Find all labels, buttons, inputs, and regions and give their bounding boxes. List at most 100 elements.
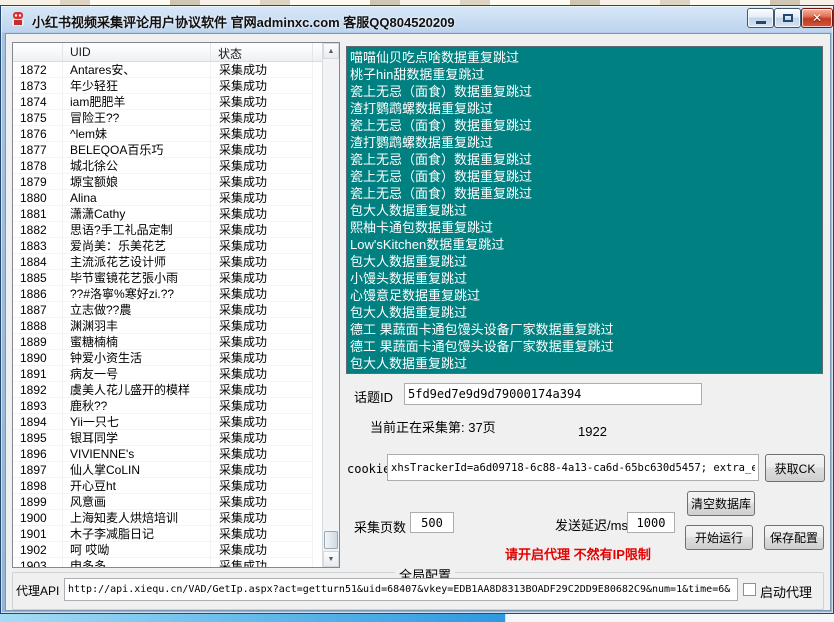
table-scrollbar[interactable]: ▲ ▼ <box>322 43 339 567</box>
table-row[interactable]: 1896VIVIENNE's采集成功 <box>13 446 323 462</box>
table-cell: 1896 <box>13 446 63 462</box>
table-row[interactable]: 1879塬宝额娘采集成功 <box>13 174 323 190</box>
table-row[interactable]: 1895银耳同学采集成功 <box>13 430 323 446</box>
log-line: 桃子hin甜数据重复跳过 <box>350 66 819 83</box>
save-config-button[interactable]: 保存配置 <box>764 525 824 550</box>
table-cell: 1897 <box>13 462 63 478</box>
table-cell: 1894 <box>13 414 63 430</box>
table-row[interactable]: 1882思语?手工礼品定制采集成功 <box>13 222 323 238</box>
delay-input[interactable] <box>627 512 675 533</box>
table-cell: 采集成功 <box>211 62 313 78</box>
topic-id-label: 话题ID <box>354 387 393 406</box>
title-bar[interactable]: 小红书视频采集评论用户协议软件 官网adminxc.com 客服QQ804520… <box>1 6 833 33</box>
table-row[interactable]: 1872Antares安、采集成功 <box>13 62 323 78</box>
table-row[interactable]: 1901木子李减脂日记采集成功 <box>13 526 323 542</box>
scroll-up-icon[interactable]: ▲ <box>323 43 339 59</box>
proxy-warning-text: 请开启代理 不然有IP限制 <box>505 544 651 563</box>
taskbar-fragment <box>0 614 505 622</box>
table-row[interactable]: 1898开心豆ht采集成功 <box>13 478 323 494</box>
table-row[interactable]: 1881潇潇Cathy采集成功 <box>13 206 323 222</box>
table-cell: 病友一号 <box>63 366 211 382</box>
table-cell: 采集成功 <box>211 558 313 568</box>
log-line: 包大人数据重复跳过 <box>350 253 819 270</box>
table-cell: 采集成功 <box>211 414 313 430</box>
table-row[interactable]: 1884主流派花艺设计师采集成功 <box>13 254 323 270</box>
table-cell: 采集成功 <box>211 462 313 478</box>
table-cell: 立志做??農 <box>63 302 211 318</box>
table-cell: 采集成功 <box>211 286 313 302</box>
table-row[interactable]: 1877BELEQOA百乐巧采集成功 <box>13 142 323 158</box>
cookie-input[interactable] <box>387 454 759 481</box>
table-cell: 采集成功 <box>211 382 313 398</box>
log-output[interactable]: 喵喵仙贝吃点啥数据重复跳过桃子hin甜数据重复跳过瓷上无忌（面食）数据重复跳过渣… <box>346 46 823 374</box>
table-cell: BELEQOA百乐巧 <box>63 142 211 158</box>
table-cell: 城北徐公 <box>63 158 211 174</box>
table-row[interactable]: 1902呵 哎呦采集成功 <box>13 542 323 558</box>
table-cell: 采集成功 <box>211 110 313 126</box>
table-row[interactable]: 1878城北徐公采集成功 <box>13 158 323 174</box>
table-row[interactable]: 1887立志做??農采集成功 <box>13 302 323 318</box>
table-row[interactable]: 1885毕节蜜镜花艺張小雨采集成功 <box>13 270 323 286</box>
table-cell: 1899 <box>13 494 63 510</box>
column-header-status[interactable]: 状态 <box>211 43 313 61</box>
table-cell: 采集成功 <box>211 334 313 350</box>
table-cell: 1877 <box>13 142 63 158</box>
table-row[interactable]: 1899风意画采集成功 <box>13 494 323 510</box>
table-cell: 1891 <box>13 366 63 382</box>
table-cell: 木子李减脂日记 <box>63 526 211 542</box>
table-row[interactable]: 1880Alina采集成功 <box>13 190 323 206</box>
table-row[interactable]: 1897仙人掌CoLIN采集成功 <box>13 462 323 478</box>
minimize-button[interactable] <box>747 8 774 28</box>
table-row[interactable]: 1883爱尚美：乐美花艺采集成功 <box>13 238 323 254</box>
cookie-label: cookie <box>347 462 390 476</box>
topic-id-input[interactable] <box>404 383 702 405</box>
clear-database-button[interactable]: 清空数据库 <box>687 491 755 516</box>
table-cell: Alina <box>63 190 211 206</box>
log-line: 瓷上无忌（面食）数据重复跳过 <box>350 168 819 185</box>
table-cell: 毕节蜜镜花艺張小雨 <box>63 270 211 286</box>
table-cell: 采集成功 <box>211 430 313 446</box>
table-cell: 1872 <box>13 62 63 78</box>
log-line: 喵喵仙贝吃点啥数据重复跳过 <box>350 49 819 66</box>
table-row[interactable]: 1891病友一号采集成功 <box>13 366 323 382</box>
pages-input[interactable] <box>410 512 454 533</box>
table-row[interactable]: 1886??#洛寧%寒好zi.??采集成功 <box>13 286 323 302</box>
table-cell: Antares安、 <box>63 62 211 78</box>
table-cell: 蜜糖楠楠 <box>63 334 211 350</box>
table-row[interactable]: 1889蜜糖楠楠采集成功 <box>13 334 323 350</box>
scrollbar-thumb[interactable] <box>324 531 338 549</box>
table-cell: 1889 <box>13 334 63 350</box>
table-cell: 采集成功 <box>211 494 313 510</box>
table-cell: 1878 <box>13 158 63 174</box>
app-window: 小红书视频采集评论用户协议软件 官网adminxc.com 客服QQ804520… <box>0 5 834 614</box>
close-button[interactable]: ✕ <box>801 8 833 28</box>
table-row[interactable]: 1888渊渊羽丰采集成功 <box>13 318 323 334</box>
table-row[interactable]: 1893鹿秋??采集成功 <box>13 398 323 414</box>
table-row[interactable]: 1900上海知麦人烘焙培训采集成功 <box>13 510 323 526</box>
table-row[interactable]: 1890钟爱小资生活采集成功 <box>13 350 323 366</box>
table-cell: 采集成功 <box>211 350 313 366</box>
table-row[interactable]: 1874iam肥肥羊采集成功 <box>13 94 323 110</box>
results-table[interactable]: UID 状态 1872Antares安、采集成功1873年少轻狂采集成功1874… <box>12 42 340 568</box>
get-cookie-button[interactable]: 获取CK <box>765 454 825 482</box>
table-row[interactable]: 1876^lem妹采集成功 <box>13 126 323 142</box>
table-cell: 1901 <box>13 526 63 542</box>
column-header-index[interactable] <box>13 43 63 61</box>
column-header-uid[interactable]: UID <box>63 43 211 61</box>
scroll-down-icon[interactable]: ▼ <box>323 551 339 567</box>
enable-proxy-checkbox[interactable] <box>743 583 756 596</box>
table-cell: 采集成功 <box>211 78 313 94</box>
log-line: 渣打鹦鹉螺数据重复跳过 <box>350 134 819 151</box>
table-row[interactable]: 1873年少轻狂采集成功 <box>13 78 323 94</box>
table-row[interactable]: 1892虞美人花儿盛开的模样采集成功 <box>13 382 323 398</box>
log-line: 瓷上无忌（面食）数据重复跳过 <box>350 151 819 168</box>
table-cell: 1882 <box>13 222 63 238</box>
maximize-button[interactable] <box>774 8 801 28</box>
table-cell: 虞美人花儿盛开的模样 <box>63 382 211 398</box>
table-row[interactable]: 1894Yii一只七采集成功 <box>13 414 323 430</box>
start-run-button[interactable]: 开始运行 <box>685 525 753 550</box>
proxy-api-input[interactable] <box>64 578 738 601</box>
table-cell: 采集成功 <box>211 206 313 222</box>
table-row[interactable]: 1875冒险王??采集成功 <box>13 110 323 126</box>
table-row[interactable]: 1903申多多采集成功 <box>13 558 323 568</box>
